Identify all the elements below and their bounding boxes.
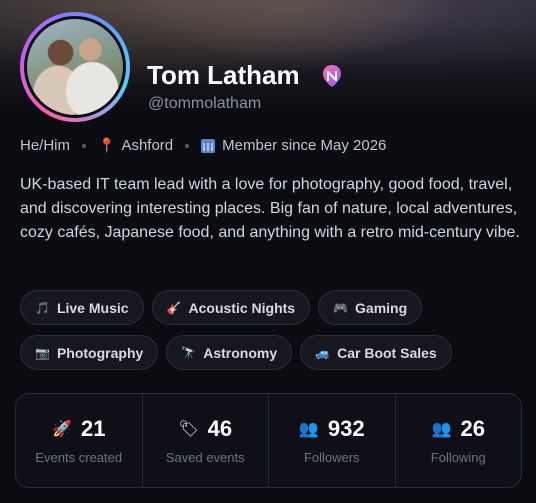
tag-live-music[interactable]: 🎵 Live Music: [20, 290, 144, 325]
verified-badge-icon: [323, 65, 341, 87]
profile-bio: UK-based IT team lead with a love for ph…: [20, 176, 520, 241]
tag-astronomy[interactable]: 🔭 Astronomy: [166, 335, 293, 370]
stat-saved-events[interactable]: 🏷 46 Saved events: [143, 394, 269, 487]
stat-label: Following: [430, 450, 486, 465]
gamepad-icon: 🎮: [333, 300, 349, 315]
stat-label: Events created: [35, 450, 123, 465]
stat-following[interactable]: 👥 26 Following: [396, 394, 522, 487]
telescope-icon: 🔭: [181, 345, 197, 360]
stat-value: 932: [327, 416, 365, 441]
separator-dot: [185, 143, 190, 148]
tag-label: Astronomy: [203, 344, 278, 361]
avatar-ring[interactable]: [20, 12, 130, 122]
guitar-icon: 🎸: [166, 300, 182, 315]
interest-tags: 🎵 Live Music 🎸 Acoustic Nights 🎮 Gaming …: [20, 290, 520, 370]
camera-icon: 📷: [35, 345, 50, 360]
stats-panel: 🚀 21 Events created 🏷 46 Saved events 👥 …: [15, 393, 522, 488]
tag-label: Photography: [56, 344, 144, 361]
location: Ashford: [121, 137, 174, 154]
people-icon: 👥: [298, 421, 319, 438]
tag-photography[interactable]: 📷 Photography: [20, 335, 159, 370]
tag-label: Gaming: [355, 299, 408, 316]
profile-handle: @tommolatham: [148, 95, 262, 112]
people-icon: 👥: [431, 421, 452, 438]
calendar-icon: [201, 138, 216, 153]
tag-label: Live Music: [56, 299, 129, 316]
tag-car-boot-sales[interactable]: 🚙 Car Boot Sales: [300, 335, 452, 370]
stat-events-created[interactable]: 🚀 21 Events created: [16, 394, 143, 487]
location-pin-icon: 📍: [98, 137, 116, 153]
music-note-icon: 🎵: [35, 300, 50, 315]
stat-label: Saved events: [165, 450, 245, 465]
rocket-icon: 🚀: [52, 421, 72, 438]
stat-value: 26: [460, 416, 485, 441]
car-icon: 🚙: [315, 345, 331, 360]
member-since: Member since May 2026: [222, 137, 387, 154]
tag-label: Acoustic Nights: [188, 299, 296, 316]
stat-value: 46: [207, 416, 233, 441]
avatar[interactable]: [24, 16, 126, 118]
pronouns: He/Him: [20, 137, 71, 154]
tag-gaming[interactable]: 🎮 Gaming: [318, 290, 423, 325]
stat-followers[interactable]: 👥 932 Followers: [269, 394, 396, 487]
tag-icon: 🏷: [178, 421, 199, 438]
profile-meta: He/Him 📍 Ashford Member since May 2026: [20, 137, 386, 154]
tag-label: Car Boot Sales: [337, 344, 437, 361]
profile-name: Tom Latham: [147, 60, 300, 90]
tag-acoustic-nights[interactable]: 🎸 Acoustic Nights: [151, 290, 311, 325]
separator-dot: [82, 143, 87, 148]
stat-label: Followers: [303, 450, 360, 465]
stat-value: 21: [80, 416, 106, 441]
